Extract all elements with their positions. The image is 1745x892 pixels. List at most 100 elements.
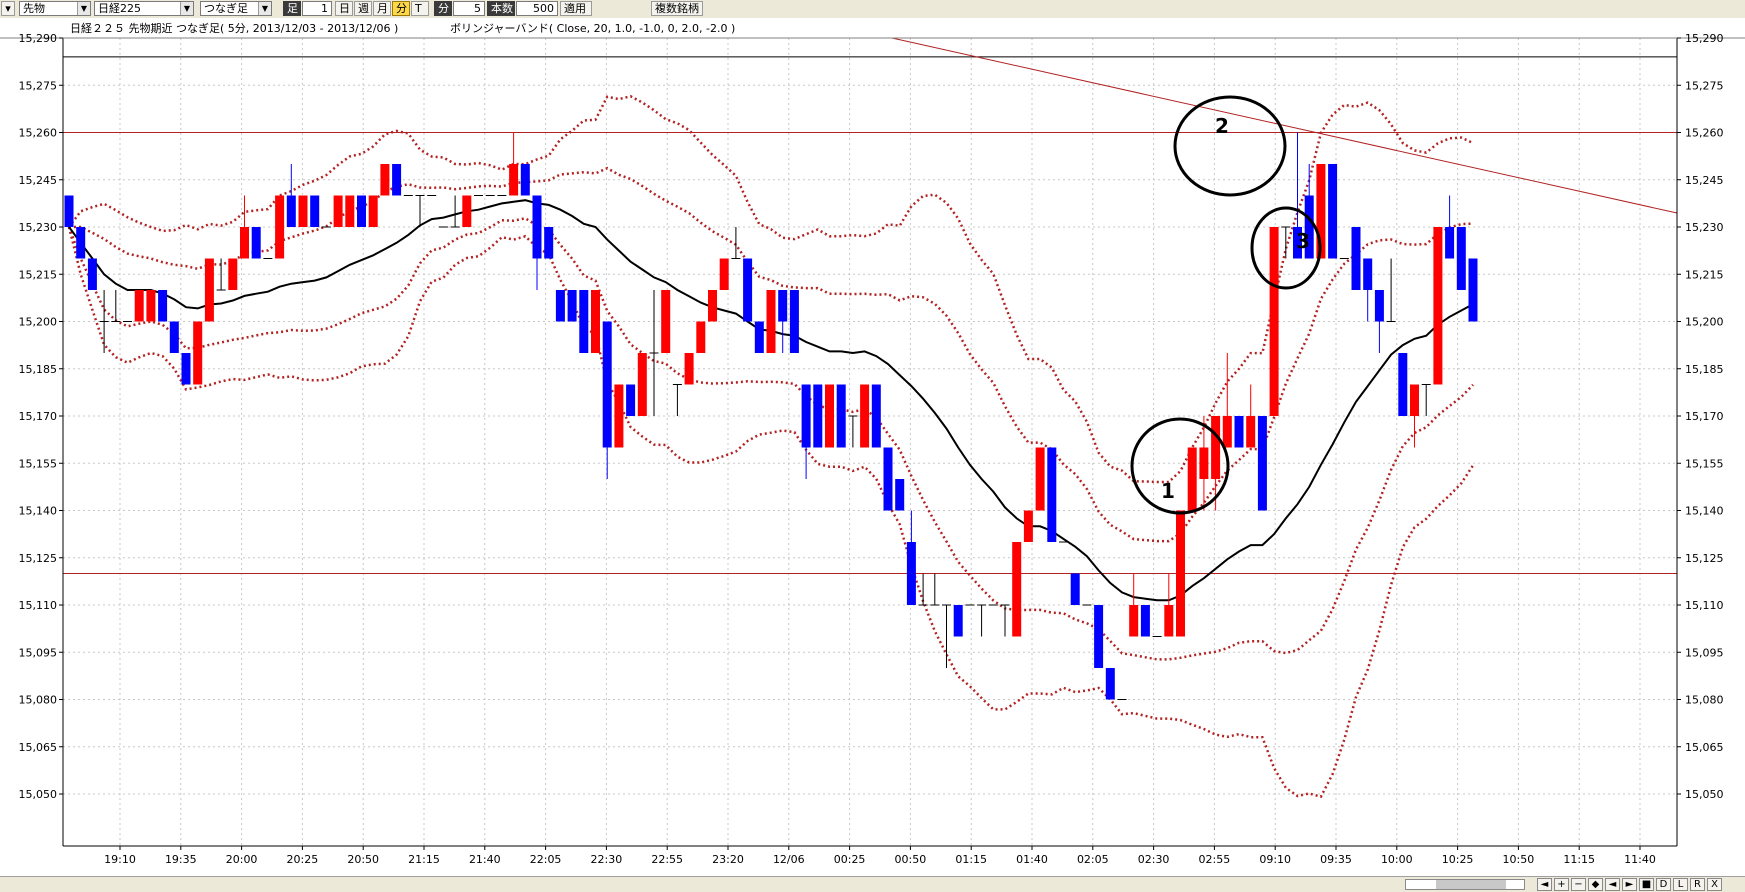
- candle: [298, 195, 308, 227]
- apply-button[interactable]: 適用: [560, 1, 592, 16]
- scrollbar-button[interactable]: +: [1554, 878, 1569, 891]
- y-tick-label: 15,155: [1685, 457, 1724, 470]
- period-tick-button[interactable]: T: [411, 1, 429, 16]
- annotation-label: 1: [1161, 479, 1175, 503]
- candle-body: [532, 195, 542, 259]
- y-tick-label: 15,080: [19, 694, 58, 707]
- candle: [181, 353, 191, 385]
- candle: [1351, 227, 1361, 290]
- scrollbar-button[interactable]: ►: [1622, 878, 1637, 891]
- scrollbar-button[interactable]: ◄: [1605, 878, 1620, 891]
- y-tick-label: 15,110: [1685, 599, 1724, 612]
- horizontal-scrollbar[interactable]: ◄ + − ◆ ◄ ► ■ D L R X: [0, 876, 1745, 892]
- candle-body: [357, 195, 366, 227]
- candle-body: [76, 227, 86, 259]
- candle: [789, 290, 799, 353]
- candle-body: [392, 164, 402, 196]
- x-tick-label: 11:40: [1624, 853, 1656, 866]
- candle: [169, 321, 179, 353]
- minute-label: 分: [434, 1, 452, 16]
- period-month-button[interactable]: 月: [373, 1, 391, 16]
- scrollbar-button[interactable]: ◆: [1588, 878, 1603, 891]
- candle: [1023, 510, 1033, 542]
- candle-body: [684, 353, 694, 385]
- y-tick-label: 15,185: [1685, 363, 1724, 376]
- candle: [813, 384, 823, 448]
- scrollbar-button[interactable]: X: [1707, 878, 1722, 891]
- candle-body: [275, 195, 285, 259]
- scrollbar-button[interactable]: ◄: [1537, 878, 1552, 891]
- candle: [883, 447, 893, 511]
- y-tick-label: 15,185: [19, 363, 58, 376]
- candle: [555, 290, 565, 322]
- scrollbar-button[interactable]: L: [1673, 878, 1688, 891]
- x-tick-label: 21:15: [408, 853, 440, 866]
- symbol-select-value: 日経225: [98, 2, 141, 15]
- candle-body: [708, 290, 717, 322]
- y-tick-label: 15,095: [19, 646, 58, 659]
- candle-body: [1398, 353, 1408, 416]
- candle-body: [602, 321, 612, 448]
- scrollbar-button[interactable]: ■: [1639, 878, 1654, 891]
- market-select[interactable]: 先物 ▼: [19, 1, 91, 16]
- candle: [1468, 258, 1478, 322]
- multi-symbol-button[interactable]: 複数銘柄: [651, 1, 703, 16]
- candle-body: [661, 290, 671, 353]
- x-tick-label: 02:55: [1199, 853, 1231, 866]
- candle: [357, 195, 366, 227]
- x-tick-label: 20:50: [347, 853, 379, 866]
- x-tick-label: 22:30: [591, 853, 623, 866]
- scroll-track[interactable]: [1405, 879, 1525, 890]
- candle: [1456, 227, 1466, 290]
- scrollbar-button[interactable]: R: [1690, 878, 1705, 891]
- scroll-thumb[interactable]: [1436, 880, 1506, 889]
- candle-body: [1234, 416, 1244, 448]
- candle: [1187, 447, 1197, 511]
- y-tick-label: 15,065: [1685, 741, 1724, 754]
- candle-body: [1140, 605, 1150, 637]
- candle: [333, 195, 343, 227]
- candle-body: [146, 290, 156, 322]
- candle-body: [1351, 227, 1361, 290]
- candle-body: [345, 195, 355, 227]
- candle-body: [591, 290, 600, 353]
- bar-label: 足: [283, 1, 301, 16]
- y-tick-label: 15,080: [1685, 694, 1724, 707]
- x-tick-label: 10:00: [1381, 853, 1413, 866]
- candle-body: [637, 353, 647, 416]
- scrollbar-button[interactable]: −: [1571, 878, 1586, 891]
- candle: [614, 384, 624, 448]
- candle-body: [181, 353, 191, 385]
- continuation-select[interactable]: つなぎ足 ▼: [200, 1, 272, 16]
- y-tick-label: 15,245: [1685, 174, 1724, 187]
- annotation-label: 2: [1215, 114, 1229, 138]
- candle-body: [544, 227, 554, 259]
- x-tick-label: 00:25: [834, 853, 866, 866]
- candle-body: [719, 258, 729, 290]
- candle: [392, 164, 402, 196]
- price-chart[interactable]: 1 2 3 15,290 15,275 15,260 15,245 15,230 15,215…: [0, 18, 1745, 876]
- period-minute-button[interactable]: 分: [392, 1, 410, 16]
- candle-body: [134, 290, 144, 322]
- candle-body: [871, 384, 881, 448]
- x-tick-label: 11:15: [1563, 853, 1595, 866]
- bar-count-input[interactable]: 1: [302, 1, 332, 16]
- candle-body: [860, 384, 870, 448]
- candle-body: [1468, 258, 1478, 322]
- candle-body: [626, 384, 636, 416]
- candle-body: [298, 195, 308, 227]
- x-tick-label: 01:40: [1016, 853, 1048, 866]
- y-tick-label: 15,230: [1685, 221, 1724, 234]
- scrollbar-button[interactable]: D: [1656, 878, 1671, 891]
- candle: [1105, 668, 1115, 700]
- minute-input[interactable]: 5: [453, 1, 485, 16]
- period-week-button[interactable]: 週: [354, 1, 372, 16]
- y-tick-label: 15,095: [1685, 646, 1724, 659]
- symbol-select[interactable]: 日経225 ▼: [94, 1, 194, 16]
- y-tick-label: 15,230: [19, 221, 58, 234]
- y-tick-label: 15,140: [1685, 505, 1724, 518]
- menu-dropdown-icon[interactable]: ▾: [1, 1, 15, 16]
- bars-input[interactable]: 500: [516, 1, 558, 16]
- candle-body: [87, 258, 97, 290]
- period-day-button[interactable]: 日: [335, 1, 353, 16]
